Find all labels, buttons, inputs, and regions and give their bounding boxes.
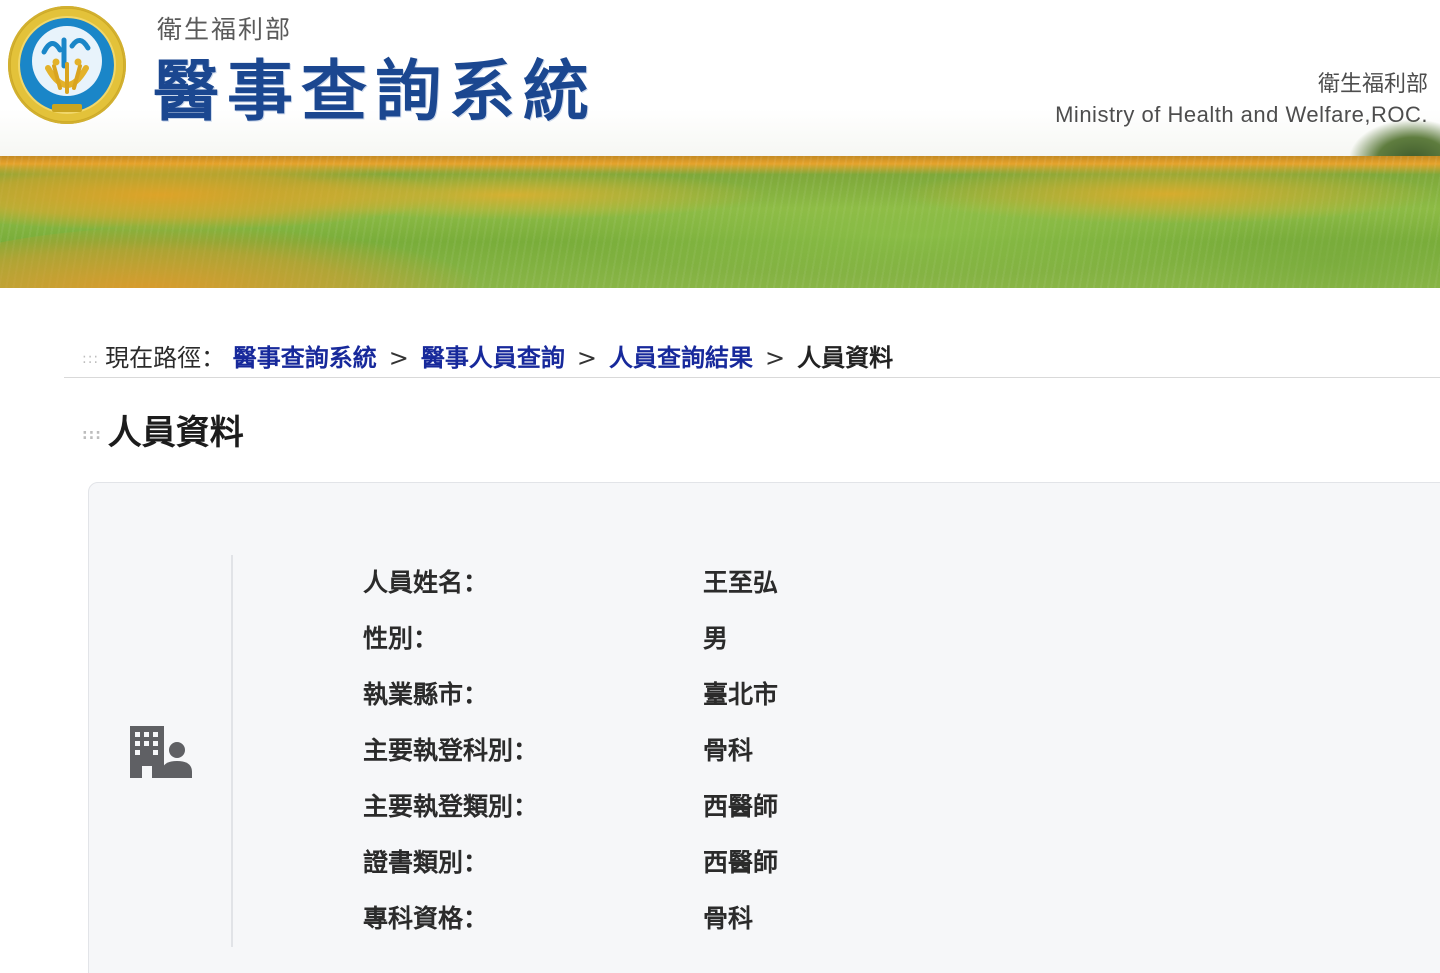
breadcrumb-link-staff-search[interactable]: 醫事人員查詢: [421, 344, 565, 372]
header-decoration: [1350, 120, 1440, 156]
banner-field-band: [560, 196, 1260, 276]
system-title[interactable]: 醫事查詢系統: [153, 38, 597, 134]
breadcrumb: ::: 現在路徑： 醫事查詢系統 > 醫事人員查詢 > 人員查詢結果 > 人員資料: [82, 338, 893, 378]
info-value: 西醫師: [703, 848, 779, 877]
info-label: 專科資格：: [363, 904, 489, 933]
breadcrumb-divider: [64, 377, 1440, 378]
info-value: 王至弘: [703, 568, 779, 597]
breadcrumb-link-system[interactable]: 醫事查詢系統: [233, 344, 377, 372]
info-label: 人員姓名：: [363, 568, 489, 597]
info-value: 西醫師: [703, 792, 779, 821]
info-value: 骨科: [703, 904, 754, 933]
breadcrumb-current: 人員資料: [797, 344, 894, 372]
breadcrumb-dots-icon: :::: [82, 351, 100, 367]
banner-field-band: [0, 226, 480, 288]
card-divider: [231, 555, 233, 947]
info-value: 男: [703, 624, 729, 653]
page-title-text: 人員資料: [107, 413, 244, 453]
ministry-name-right: 衛生福利部: [1317, 72, 1428, 97]
breadcrumb-separator: >: [765, 344, 786, 372]
page: 衛生福利部 醫事查詢系統 衛生福利部 Ministry of Health an…: [0, 0, 1440, 973]
hero-banner: [0, 156, 1440, 288]
info-value: 骨科: [703, 736, 754, 765]
info-label: 證書類別：: [363, 848, 489, 877]
info-value: 臺北市: [703, 680, 779, 709]
title-dots-icon: :::: [82, 426, 102, 443]
logo-emblem-icon: [18, 16, 116, 114]
building-person-icon: [130, 726, 192, 778]
info-label: 主要執登類別：: [363, 792, 539, 821]
info-label: 性別：: [363, 624, 439, 653]
info-label: 執業縣市：: [363, 680, 489, 709]
breadcrumb-link-search-results[interactable]: 人員查詢結果: [609, 344, 753, 372]
breadcrumb-separator: >: [576, 344, 598, 372]
breadcrumb-label: 現在路徑：: [105, 344, 226, 372]
site-header: 衛生福利部 醫事查詢系統 衛生福利部 Ministry of Health an…: [0, 0, 1440, 156]
ministry-logo[interactable]: [8, 6, 126, 124]
breadcrumb-separator: >: [388, 344, 409, 372]
page-title: ::: 人員資料: [82, 408, 244, 458]
info-label: 主要執登科別：: [363, 736, 539, 765]
